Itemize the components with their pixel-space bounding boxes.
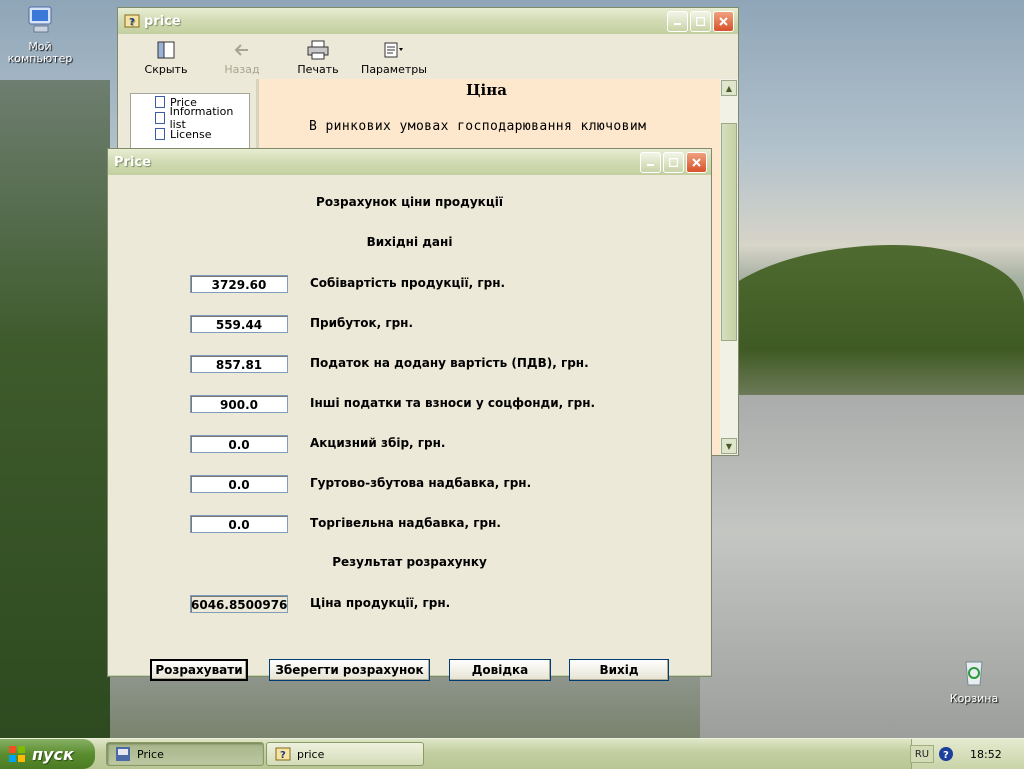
- page-icon: [155, 96, 165, 108]
- help-content-text: В ринкових умовах господарювання ключови…: [309, 119, 647, 134]
- language-indicator[interactable]: RU: [910, 745, 934, 763]
- price-result-label: Ціна продукції, грн.: [310, 596, 451, 610]
- hide-label: Скрыть: [144, 63, 188, 76]
- taskbar-item-help-window[interactable]: ? price: [266, 742, 424, 766]
- toc-item-label: License: [170, 127, 212, 141]
- desktop-wallpaper-hill: [700, 245, 1024, 395]
- price-dialog-body: Розрахунок ціни продукції Вихідні дані 3…: [108, 175, 711, 681]
- cost-input[interactable]: 3729.60: [190, 275, 288, 293]
- help-book-icon: ?: [124, 14, 140, 28]
- exit-button[interactable]: Вихід: [569, 659, 669, 681]
- minimize-button[interactable]: [640, 151, 661, 173]
- cost-label: Собівартість продукції, грн.: [310, 276, 506, 290]
- excise-label: Акцизний збір, грн.: [310, 436, 446, 450]
- taskbar-item-label: price: [297, 747, 325, 761]
- help-contents-tree: Price Information list License: [130, 93, 250, 155]
- computer-icon: [28, 6, 52, 33]
- back-arrow-icon: [234, 44, 248, 56]
- wholesale-markup-label: Гуртово-збутова надбавка, грн.: [310, 476, 532, 490]
- maximize-button[interactable]: [663, 151, 684, 173]
- vat-input[interactable]: 857.81: [190, 355, 288, 373]
- start-label: пуск: [32, 744, 74, 764]
- retail-markup-input[interactable]: 0.0: [190, 515, 288, 533]
- svg-text:?: ?: [280, 750, 286, 761]
- print-label: Печать: [297, 63, 339, 76]
- scroll-thumb[interactable]: [721, 123, 737, 341]
- maximize-icon: [696, 16, 705, 26]
- help-scrollbar[interactable]: ▲ ▼: [720, 79, 738, 455]
- excise-input[interactable]: 0.0: [190, 435, 288, 453]
- desktop-icon-label: компьютер: [7, 52, 73, 65]
- profit-label: Прибуток, грн.: [310, 316, 414, 330]
- result-section-heading: Результат розрахунку: [332, 555, 487, 569]
- price-dialog-titlebar[interactable]: Price: [108, 149, 711, 175]
- print-button[interactable]: Печать: [280, 39, 356, 80]
- price-result-field: 6046.8500976: [190, 595, 288, 613]
- minimize-icon: [674, 22, 681, 25]
- scroll-up-button[interactable]: ▲: [721, 80, 737, 96]
- svg-text:?: ?: [943, 750, 949, 761]
- wholesale-markup-input[interactable]: 0.0: [190, 475, 288, 493]
- minimize-icon: [647, 163, 654, 166]
- app-icon: [116, 747, 130, 761]
- help-window-titlebar[interactable]: ? price: [118, 8, 738, 34]
- minimize-button[interactable]: [667, 10, 688, 32]
- svg-text:?: ?: [129, 17, 135, 28]
- options-button[interactable]: Параметры: [356, 39, 432, 80]
- calculate-button[interactable]: Розрахувати: [150, 659, 248, 681]
- options-icon: [384, 42, 403, 58]
- close-button[interactable]: [713, 10, 734, 32]
- help-toolbar: Скрыть Назад Печать Параметры: [118, 34, 738, 81]
- window-title: price: [144, 13, 181, 29]
- close-icon: [719, 16, 728, 26]
- close-button[interactable]: [686, 151, 707, 173]
- maximize-icon: [669, 157, 678, 167]
- help-book-icon: ?: [275, 747, 291, 761]
- taskbar-item-label: Price: [137, 747, 164, 761]
- windows-logo-icon: [9, 746, 25, 762]
- scroll-down-button[interactable]: ▼: [721, 438, 737, 454]
- desktop-icon-label: Корзина: [949, 692, 999, 705]
- input-section-heading: Вихідні дані: [366, 235, 453, 249]
- options-label: Параметры: [361, 63, 427, 76]
- hide-button[interactable]: Скрыть: [128, 39, 204, 80]
- close-icon: [692, 157, 701, 167]
- desktop-wallpaper-trees: [0, 80, 110, 740]
- taskbar: пуск Price ? price ? 18:52: [0, 738, 1024, 769]
- printer-icon: [307, 40, 329, 60]
- recycle-bin-icon: [965, 661, 983, 686]
- help-tray-icon[interactable]: ?: [938, 746, 954, 762]
- vat-label: Податок на додану вартість (ПДВ), грн.: [310, 356, 589, 370]
- start-button[interactable]: пуск: [0, 739, 95, 769]
- help-content-title: Ціна: [466, 81, 507, 99]
- retail-markup-label: Торгівельна надбавка, грн.: [310, 516, 501, 530]
- page-icon: [155, 112, 165, 124]
- desktop-icon-recycle-bin[interactable]: Корзина: [934, 656, 1014, 705]
- profit-input[interactable]: 559.44: [190, 315, 288, 333]
- hide-icon: [157, 41, 175, 59]
- help-button[interactable]: Довідка: [449, 659, 551, 681]
- window-title: Price: [114, 154, 151, 170]
- back-label: Назад: [224, 63, 260, 76]
- price-dialog: Price Розрахунок ціни продукції Вихідні …: [107, 148, 712, 681]
- page-icon: [155, 128, 165, 140]
- other-taxes-input[interactable]: 900.0: [190, 395, 288, 413]
- maximize-button[interactable]: [690, 10, 711, 32]
- clock[interactable]: 18:52: [970, 748, 1002, 761]
- save-calculation-button[interactable]: Зберегти розрахунок: [269, 659, 430, 681]
- taskbar-item-price-dialog[interactable]: Price: [106, 742, 264, 766]
- dialog-heading: Розрахунок ціни продукції: [316, 195, 503, 209]
- toc-item-information-list[interactable]: Information list: [131, 105, 249, 131]
- desktop-icon-my-computer[interactable]: Мой компьютер: [0, 4, 80, 65]
- other-taxes-label: Інші податки та взноси у соцфонди, грн.: [310, 396, 596, 410]
- back-button[interactable]: Назад: [204, 39, 280, 80]
